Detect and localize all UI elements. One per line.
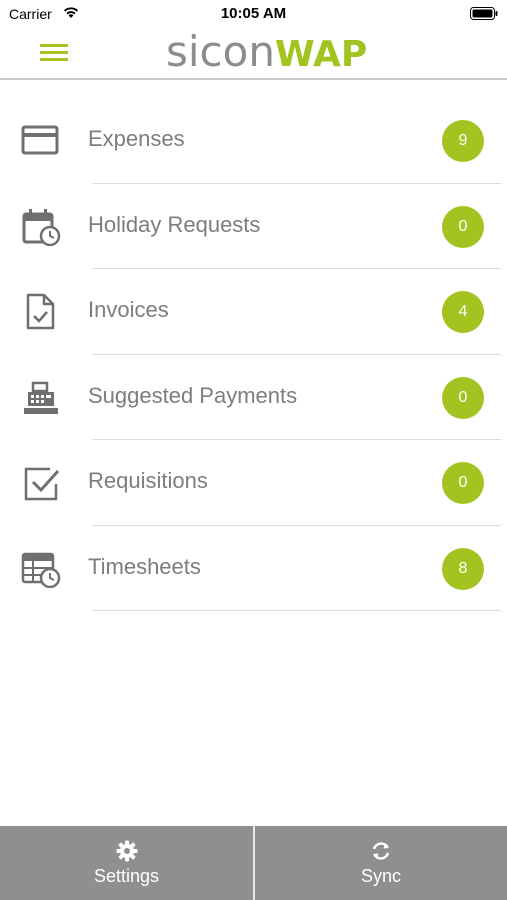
calendar-clock-icon <box>20 208 62 246</box>
brand-logo: siconWAP <box>166 27 368 76</box>
list-item-expenses[interactable]: Expenses 9 <box>0 98 507 184</box>
app-header: siconWAP <box>0 28 507 80</box>
count-badge: 0 <box>442 462 484 504</box>
settings-button[interactable]: Settings <box>0 826 253 900</box>
list-item-label: Timesheets <box>88 553 201 579</box>
bottom-tab-bar: Settings Sync <box>0 826 507 900</box>
brand-logo-part-a: sicon <box>166 27 275 76</box>
list-item-holiday-requests[interactable]: Holiday Requests 0 <box>0 184 507 269</box>
count-badge: 4 <box>442 291 484 333</box>
count-badge: 8 <box>442 547 484 590</box>
cash-register-icon <box>20 379 62 417</box>
list-item-label: Suggested Payments <box>88 382 298 408</box>
brand-logo-part-b: WAP <box>274 34 368 75</box>
hamburger-menu-icon[interactable] <box>40 41 68 63</box>
status-bar: Carrier 10:05 AM <box>0 0 507 28</box>
credit-card-icon <box>20 122 62 160</box>
gear-icon <box>116 840 138 862</box>
sync-label: Sync <box>360 866 402 886</box>
list-item-label: Invoices <box>88 297 169 322</box>
clock-label: 10:05 AM <box>220 5 287 22</box>
list-item-label: Requisitions <box>88 468 208 493</box>
count-badge: 0 <box>442 376 484 419</box>
list-item-requisitions[interactable]: Requisitions 0 <box>0 440 507 526</box>
count-badge: 9 <box>442 120 484 162</box>
divider <box>92 610 501 611</box>
list-item-timesheets[interactable]: Timesheets 8 <box>0 526 507 611</box>
list-item-label: Holiday Requests <box>88 211 261 237</box>
sync-icon <box>370 840 392 862</box>
count-badge: 0 <box>442 205 484 248</box>
settings-label: Settings <box>93 866 160 886</box>
list-item-invoices[interactable]: Invoices 4 <box>0 269 507 355</box>
document-check-icon <box>20 293 62 331</box>
sync-button[interactable]: Sync <box>255 826 507 900</box>
table-clock-icon <box>20 550 62 588</box>
battery-icon <box>470 7 498 25</box>
module-list: Expenses 9 Holiday Requests 0 Invoices 4… <box>0 98 507 611</box>
list-item-label: Expenses <box>88 126 185 151</box>
checkbox-icon <box>20 464 62 502</box>
list-item-suggested-payments[interactable]: Suggested Payments 0 <box>0 355 507 440</box>
